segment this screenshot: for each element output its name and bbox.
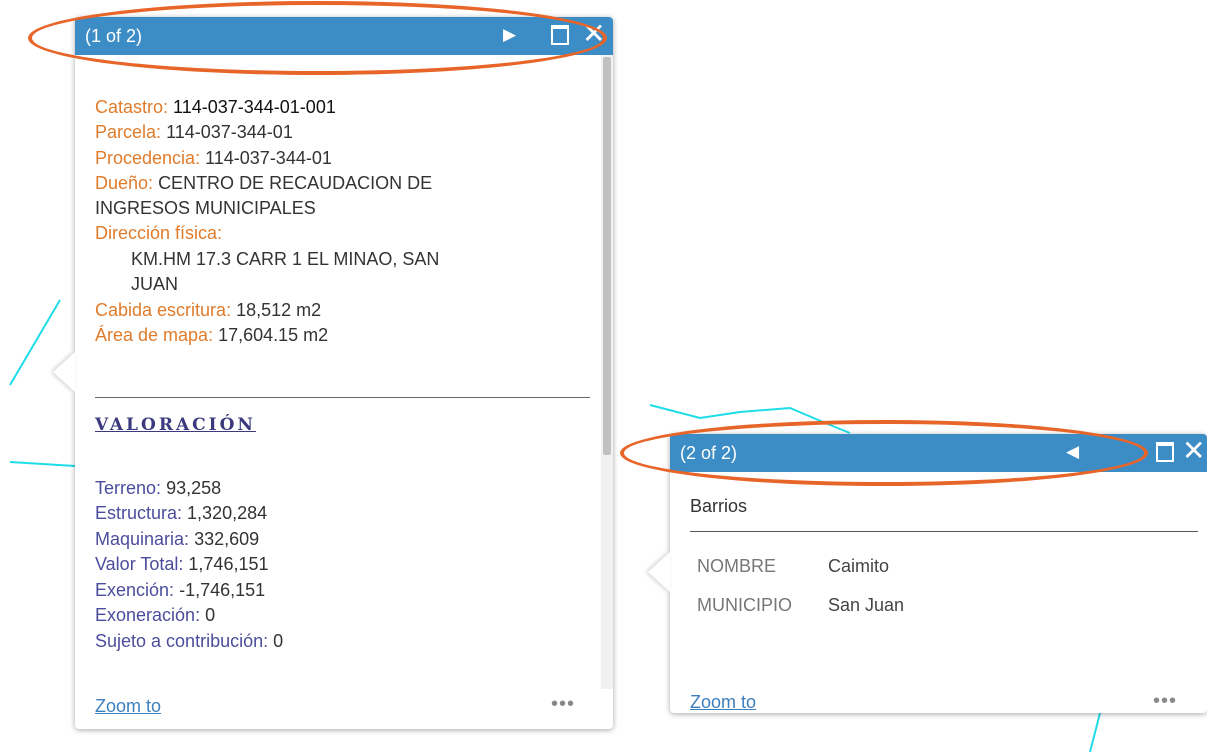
terreno-row: Terreno: 93,258 <box>95 478 221 499</box>
cabida-value: 18,512 m2 <box>236 300 322 320</box>
next-feature-icon[interactable]: ▶ <box>503 26 516 43</box>
more-options-icon[interactable]: ••• <box>1153 690 1177 713</box>
zoom-to-link[interactable]: Zoom to <box>690 692 756 713</box>
popup-page-indicator: (1 of 2) <box>85 26 143 46</box>
direccion-value: KM.HM 17.3 CARR 1 EL MINAO, SAN <box>131 249 440 269</box>
exencion-label: Exención: <box>95 580 175 600</box>
exoneracion-label: Exoneración: <box>95 605 201 625</box>
estructura-row: Estructura: 1,320,284 <box>95 503 267 524</box>
area-value: 17,604.15 m2 <box>218 325 329 345</box>
procedencia-value: 114-037-344-01 <box>205 148 332 168</box>
estructura-value: 1,320,284 <box>187 503 268 523</box>
catastro-row: Catastro: 114-037-344-01-001 <box>95 97 336 118</box>
vertical-scrollbar[interactable] <box>601 55 613 689</box>
catastro-value: 114-037-344-01-001 <box>173 97 336 117</box>
terreno-label: Terreno: <box>95 478 162 498</box>
popup-titlebar: (2 of 2) ◀ ✕ <box>670 434 1207 472</box>
popup-scroll-area[interactable]: Catastro: 114-037-344-01-001 Parcela: 11… <box>75 55 601 689</box>
popup-1: (1 of 2) ▶ ✕ Catastro: 114-037-344-01-00… <box>53 17 613 729</box>
procedencia-row: Procedencia: 114-037-344-01 <box>95 148 332 169</box>
maquinaria-row: Maquinaria: 332,609 <box>95 529 259 550</box>
parcela-label: Parcela: <box>95 122 162 142</box>
maximize-icon[interactable] <box>551 25 569 45</box>
area-row: Área de mapa: 17,604.15 m2 <box>95 325 328 346</box>
popup-2: (2 of 2) ◀ ✕ Barrios NOMBRE Caimito MUNI… <box>648 434 1207 713</box>
sujeto-row: Sujeto a contribución: 0 <box>95 631 283 652</box>
valor-total-label: Valor Total: <box>95 554 184 574</box>
dueno-label: Dueño: <box>95 173 154 193</box>
estructura-label: Estructura: <box>95 503 183 523</box>
section-divider <box>690 531 1198 532</box>
direccion-value-cont: JUAN <box>131 274 179 294</box>
maquinaria-label: Maquinaria: <box>95 529 190 549</box>
parcela-row: Parcela: 114-037-344-01 <box>95 122 293 143</box>
popup-pointer <box>648 552 670 592</box>
dueno-value: CENTRO DE RECAUDACION DE <box>158 173 433 193</box>
popup-page-indicator: (2 of 2) <box>680 443 738 463</box>
more-options-icon[interactable]: ••• <box>551 693 575 716</box>
valor-total-value: 1,746,151 <box>188 554 269 574</box>
terreno-value: 93,258 <box>166 478 222 498</box>
map-boundary-line <box>9 461 76 467</box>
procedencia-label: Procedencia: <box>95 148 201 168</box>
layer-title: Barrios <box>690 496 748 516</box>
valor-total-row: Valor Total: 1,746,151 <box>95 554 268 575</box>
municipio-value: San Juan <box>828 595 905 615</box>
popup-pointer <box>53 352 75 392</box>
cabida-row: Cabida escritura: 18,512 m2 <box>95 300 321 321</box>
direccion-label: Dirección física: <box>95 223 223 243</box>
sujeto-value: 0 <box>273 631 284 651</box>
scrollbar-thumb[interactable] <box>603 57 611 455</box>
maquinaria-value: 332,609 <box>194 529 260 549</box>
popup-content: Barrios NOMBRE Caimito MUNICIPIO San Jua… <box>670 472 1207 713</box>
dueno-value-cont: INGRESOS MUNICIPALES <box>95 198 316 218</box>
popup-titlebar: (1 of 2) ▶ ✕ <box>75 17 613 55</box>
maximize-icon[interactable] <box>1156 442 1174 462</box>
section-divider <box>95 397 590 398</box>
parcela-value: 114-037-344-01 <box>166 122 293 142</box>
exencion-row: Exención: -1,746,151 <box>95 580 265 601</box>
zoom-to-link[interactable]: Zoom to <box>95 696 161 717</box>
cabida-label: Cabida escritura: <box>95 300 232 320</box>
map-boundary-line <box>649 404 851 434</box>
map-boundary-line <box>1089 712 1101 752</box>
close-icon[interactable]: ✕ <box>1182 437 1205 465</box>
popup-footer: Zoom to ••• <box>75 689 613 729</box>
exoneracion-value: 0 <box>205 605 216 625</box>
previous-feature-icon[interactable]: ◀ <box>1066 443 1079 460</box>
sujeto-label: Sujeto a contribución: <box>95 631 269 651</box>
exoneracion-row: Exoneración: 0 <box>95 605 215 626</box>
valoracion-heading: VALORACIÓN <box>95 415 256 435</box>
close-icon[interactable]: ✕ <box>582 20 605 48</box>
nombre-value: Caimito <box>828 556 890 576</box>
catastro-label: Catastro: <box>95 97 169 117</box>
exencion-value: -1,746,151 <box>179 580 266 600</box>
dueno-row: Dueño: CENTRO DE RECAUDACION DE <box>95 173 432 194</box>
municipio-key: MUNICIPIO <box>697 595 793 615</box>
area-label: Área de mapa: <box>95 325 214 345</box>
popup-content: Catastro: 114-037-344-01-001 Parcela: 11… <box>75 55 613 729</box>
nombre-key: NOMBRE <box>697 556 777 576</box>
